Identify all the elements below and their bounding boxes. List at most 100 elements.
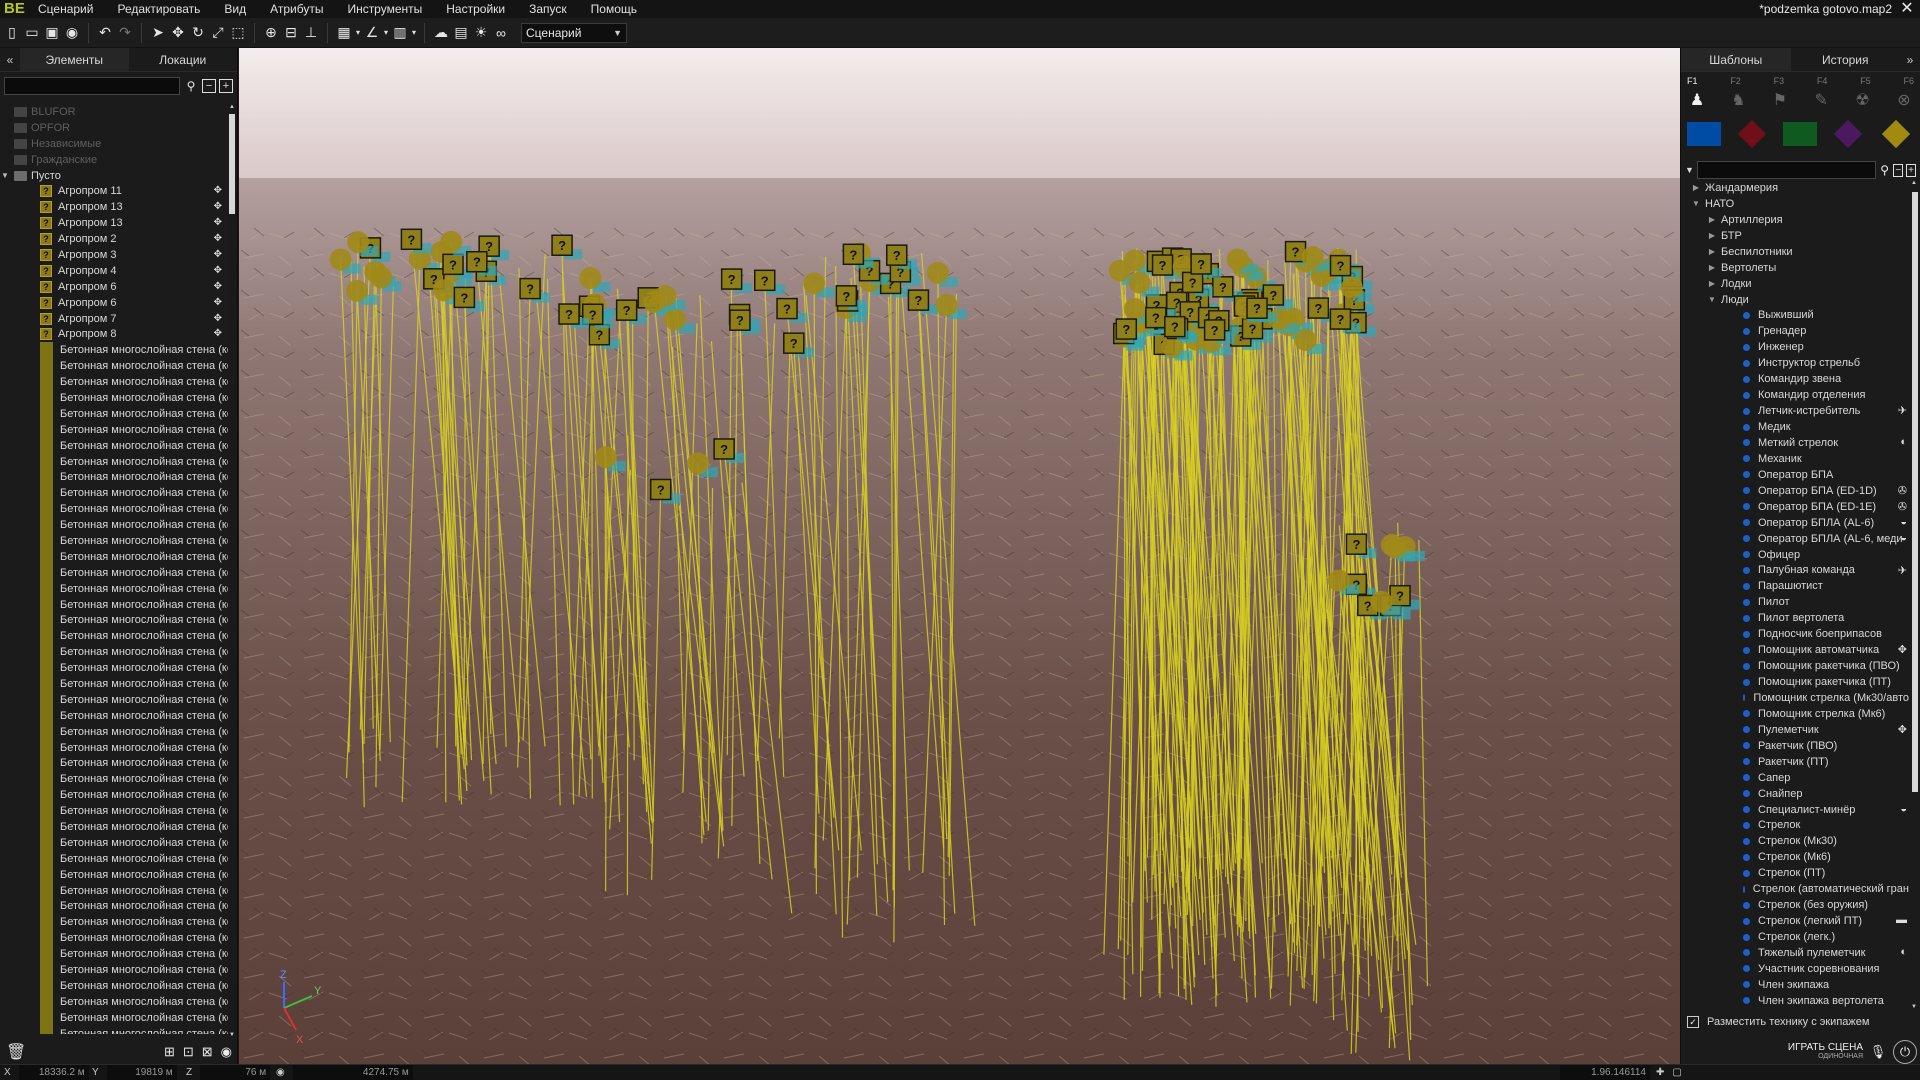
asset-unit-row[interactable]: Оператор БПЛА (AL-6) ◒ [1681,515,1909,531]
menu-edit[interactable]: Редактировать [105,0,212,18]
tree-wall-row[interactable]: Бетонная многослойная стена (ко [0,723,228,740]
grid-icon[interactable]: ✚ [1656,1065,1664,1080]
tree-wall-row[interactable]: Бетонная многослойная стена (ко [0,803,228,820]
tree-wall-row[interactable]: Бетонная многослойная стена (ко [0,834,228,851]
asset-unit-row[interactable]: Участник соревнования [1681,961,1909,977]
asset-unit-row[interactable]: Помощник ракетчика (ПВО) [1681,658,1909,674]
tree-group-row[interactable]: ▼ Пусто [0,168,228,184]
chevron-right-icon[interactable]: ▶ [1707,279,1717,288]
asset-unit-row[interactable]: Гренадер [1681,323,1909,339]
waypoint-icon[interactable]: ⊗ [1894,90,1914,112]
chevron-right-icon[interactable]: ▶ [1707,247,1717,256]
tree-side-row[interactable]: Независимые [0,136,228,152]
tree-side-row[interactable]: BLUFOR [0,104,228,120]
tree-wall-row[interactable]: Бетонная многослойная стена (ко [0,485,228,502]
trigger-icon[interactable]: ☢ [1853,90,1873,112]
asset-unit-row[interactable]: Пилот вертолета [1681,610,1909,626]
tree-entity-row[interactable]: ? Агропром 6 ✥ [0,279,228,295]
add-folder-icon[interactable]: ⊞ [164,1044,175,1060]
asset-unit-row[interactable]: Стрелок (легкий ПТ) ▬ [1681,913,1909,929]
scroll-thumb[interactable] [1912,192,1918,792]
tree-wall-row[interactable]: Бетонная многослойная стена (ко [0,501,228,518]
tree-wall-row[interactable]: Бетонная многослойная стена (ко [0,898,228,915]
asset-tree-row[interactable]: ▶ Беспилотники [1681,244,1909,260]
tree-wall-row[interactable]: Бетонная многослойная стена (ко [0,676,228,692]
microphone-icon[interactable]: 🎙 [1867,1044,1889,1060]
steam-icon[interactable]: ◉ [62,22,82,44]
weather-icon[interactable]: ☁ [431,22,451,44]
soldier-icon[interactable]: ♟ [1687,90,1707,112]
mode-select[interactable]: Сценарий ▼ [521,22,627,43]
chevron-down-icon[interactable]: ▾ [410,22,418,44]
tree-entity-row[interactable]: ? Агропром 2 ✥ [0,231,228,247]
tree-wall-row[interactable]: Бетонная многослойная стена (ко [0,421,228,438]
surface-snap-icon[interactable]: ⊟ [281,22,301,44]
asset-unit-row[interactable]: Помощник ракетчика (ПТ) [1681,674,1909,690]
search-icon[interactable]: ⚲ [183,78,199,94]
chevron-down-icon[interactable]: ▾ [382,22,390,44]
new-file-icon[interactable]: ▯ [2,22,22,44]
vertical-mode-icon[interactable]: ⊥ [301,22,321,44]
tree-wall-row[interactable]: Бетонная многослойная стена (ко [0,962,228,978]
tree-entity-row[interactable]: ? Агропром 11 ✥ [0,183,228,199]
tree-wall-row[interactable]: Бетонная многослойная стена (ко [0,914,228,931]
tree-wall-row[interactable]: Бетонная многослойная стена (ко [0,691,228,708]
menu-help[interactable]: Помощь [579,0,649,18]
asset-unit-row[interactable]: Пилот [1681,594,1909,610]
asset-tree-row[interactable]: ▼ Люди [1681,292,1909,308]
asset-unit-row[interactable]: Меткий стрелок ◐ [1681,435,1909,451]
asset-unit-row[interactable]: Оператор БПА [1681,467,1909,483]
group-icon[interactable]: ♞ [1728,90,1748,112]
tree-wall-row[interactable]: Бетонная многослойная стена (ко [0,580,228,597]
menu-view[interactable]: Вид [212,0,258,18]
tree-wall-row[interactable]: Бетонная многослойная стена (ко [0,405,228,422]
menu-settings[interactable]: Настройки [434,0,517,18]
asset-tree-row[interactable]: ▶ Артиллерия [1681,212,1909,228]
tree-wall-row[interactable]: Бетонная многослойная стена (ко [0,533,228,549]
tree-wall-row[interactable]: Бетонная многослойная стена (ко [0,1009,228,1026]
chevron-down-icon[interactable]: ▼ [1691,199,1701,208]
tree-entity-row[interactable]: ? Агропром 8 ✥ [0,326,228,342]
asset-unit-row[interactable]: Выживший [1681,308,1909,324]
tree-wall-row[interactable]: Бетонная многослойная стена (ко [0,564,228,581]
scroll-thumb[interactable] [229,114,235,214]
chevron-right-icon[interactable]: ▶ [1707,231,1717,240]
camera-icon[interactable]: ▢ [1672,1065,1681,1080]
search-icon[interactable]: ⚲ [1879,163,1890,177]
3d-viewport[interactable]: ????????????????????????????????????????… [239,48,1680,1064]
asset-unit-row[interactable]: Специалист-минёр ◒ [1681,802,1909,818]
tree-wall-row[interactable]: Бетонная многослойная стена (ко [0,437,228,454]
asset-unit-row[interactable]: Подносчик боеприпасов [1681,626,1909,642]
tree-entity-row[interactable]: ? Агропром 13 ✥ [0,215,228,231]
asset-unit-row[interactable]: Палубная команда ✈ [1681,563,1909,579]
marker-icon[interactable]: ✎ [1811,90,1831,112]
undo-icon[interactable]: ↶ [95,22,115,44]
power-icon[interactable]: ⏻ [1893,1040,1917,1064]
asset-unit-row[interactable]: Член экипажа [1681,977,1909,993]
world-space-icon[interactable]: ⊕ [261,22,281,44]
asset-unit-row[interactable]: Стрелок (автоматический гран [1681,881,1909,897]
side-swatch[interactable] [1737,119,1767,149]
tree-wall-row[interactable]: Бетонная многослойная стена (ко [0,819,228,835]
collapse-left-icon[interactable]: « [0,48,20,71]
tab-locations[interactable]: Локации [129,48,238,71]
move-icon[interactable]: ✥ [168,22,188,44]
tree-wall-row[interactable]: Бетонная многослойная стена (ко [0,866,228,883]
asset-unit-row[interactable]: Ракетчик (ПВО) [1681,738,1909,754]
chevron-right-icon[interactable]: ▶ [1707,263,1717,272]
asset-unit-row[interactable]: Летчик-истребитель ✈ [1681,403,1909,419]
tree-wall-row[interactable]: Бетонная многослойная стена (ко [0,755,228,772]
side-swatch[interactable] [1881,119,1911,149]
asset-unit-row[interactable]: Стрелок (Мк30) [1681,833,1909,849]
tree-wall-row[interactable]: Бетонная многослойная стена (ко [0,517,228,534]
chevron-down-icon[interactable]: ▾ [354,22,362,44]
left-scrollbar[interactable]: ▲ ▼ [228,104,236,1040]
chevron-down-icon[interactable]: ▼ [1707,295,1717,304]
select-icon[interactable]: ➤ [148,22,168,44]
grid-icon[interactable]: ▦ [334,22,354,44]
asset-unit-row[interactable]: Тяжелый пулеметчик ◐ [1681,945,1909,961]
tree-wall-row[interactable]: Бетонная многослойная стена (ко [0,1025,228,1034]
asset-tree-row[interactable]: ▶ Жандармерия [1681,180,1909,196]
side-swatch[interactable] [1833,119,1863,149]
crew-checkbox[interactable]: ✓ [1687,1016,1699,1028]
